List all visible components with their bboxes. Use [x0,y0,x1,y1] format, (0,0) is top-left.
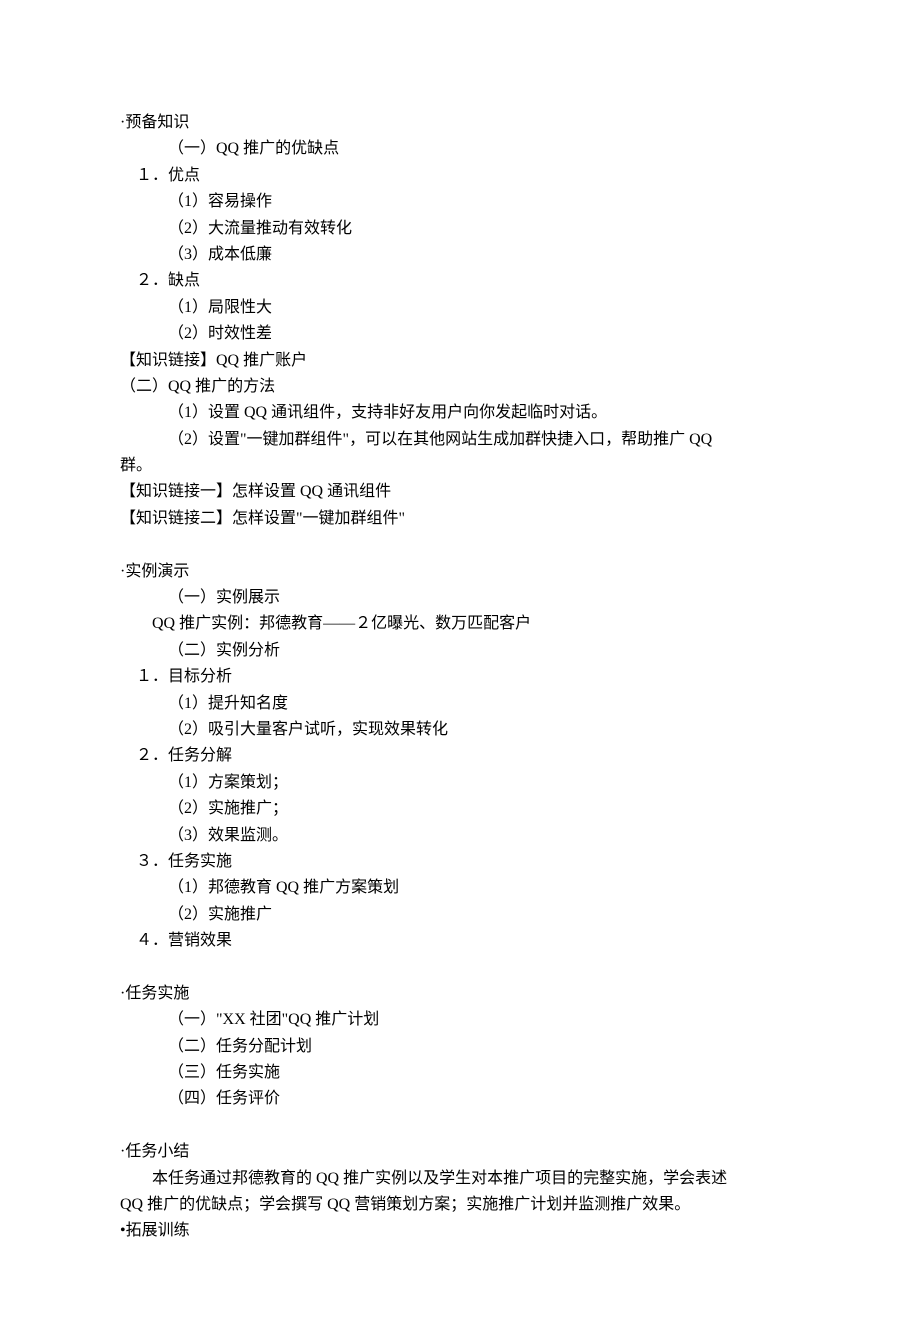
list-heading: ２．任务分解 [120,743,800,769]
list-item: （1）方案策划； [120,770,800,796]
heading-extend: •拓展训练 [120,1218,800,1244]
case-title: QQ 推广实例：邦德教育——２亿曝光、数万匹配客户 [120,611,800,637]
list-item: （3）成本低廉 [120,242,800,268]
list-item: （2）时效性差 [120,321,800,347]
list-item: （一）"XX 社团"QQ 推广计划 [120,1007,800,1033]
heading-prep: ·预备知识 [120,110,800,136]
list-item: （1）邦德教育 QQ 推广方案策划 [120,875,800,901]
list-item-cont: 群。 [120,453,800,479]
list-heading: １．目标分析 [120,664,800,690]
list-item: （2）设置"一键加群组件"，可以在其他网站生成加群快捷入口，帮助推广 QQ [120,427,800,453]
list-heading: ２．缺点 [120,268,800,294]
list-heading: ３．任务实施 [120,849,800,875]
sub-heading: （二）实例分析 [120,638,800,664]
knowledge-link: 【知识链接】QQ 推广账户 [120,348,800,374]
paragraph: 本任务通过邦德教育的 QQ 推广实例以及学生对本推广项目的完整实施，学会表述 [120,1166,800,1192]
list-item: （1）容易操作 [120,189,800,215]
list-heading: １．优点 [120,163,800,189]
list-item: （2）实施推广 [120,902,800,928]
sub-heading: （一）实例展示 [120,585,800,611]
blank-line [120,955,800,981]
knowledge-link: 【知识链接二】怎样设置"一键加群组件" [120,506,800,532]
list-item: （2）吸引大量客户试听，实现效果转化 [120,717,800,743]
blank-line [120,1113,800,1139]
list-item: （1）局限性大 [120,295,800,321]
paragraph-cont: QQ 推广的优缺点；学会撰写 QQ 营销策划方案；实施推广计划并监测推广效果。 [120,1192,800,1218]
heading-summary: ·任务小结 [120,1139,800,1165]
blank-line [120,532,800,558]
heading-demo: ·实例演示 [120,559,800,585]
list-item: （1）提升知名度 [120,691,800,717]
list-item: （四）任务评价 [120,1086,800,1112]
knowledge-link: 【知识链接一】怎样设置 QQ 通讯组件 [120,479,800,505]
list-item: （2）大流量推动有效转化 [120,216,800,242]
sub-heading: （二）QQ 推广的方法 [120,374,800,400]
list-item: （2）实施推广； [120,796,800,822]
list-item: （三）任务实施 [120,1060,800,1086]
list-item: （3）效果监测。 [120,823,800,849]
list-heading: ４．营销效果 [120,928,800,954]
document-page: ·预备知识 （一）QQ 推广的优缺点 １．优点 （1）容易操作 （2）大流量推动… [0,0,920,1325]
list-item: （二）任务分配计划 [120,1034,800,1060]
sub-heading: （一）QQ 推广的优缺点 [120,136,800,162]
heading-task: ·任务实施 [120,981,800,1007]
list-item: （1）设置 QQ 通讯组件，支持非好友用户向你发起临时对话。 [120,400,800,426]
